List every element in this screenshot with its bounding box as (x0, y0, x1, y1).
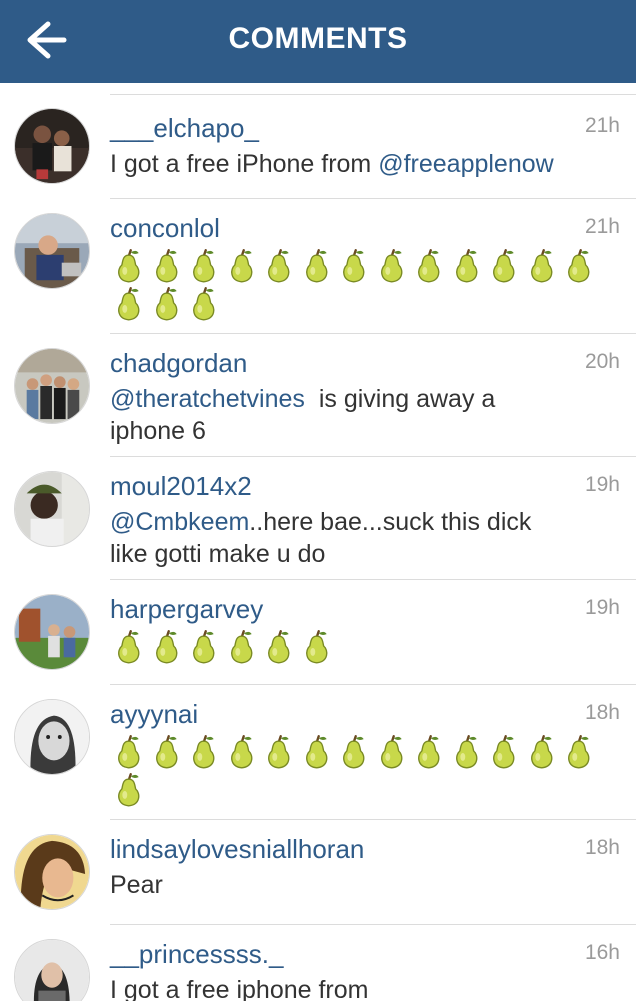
avatar[interactable] (14, 699, 90, 775)
comment-time: 20h (584, 350, 620, 373)
comment-text-part: iphone 6 (110, 417, 206, 445)
pear-emoji-icon (193, 287, 215, 321)
comment-username[interactable]: lindsaylovesniallhoran (110, 834, 364, 864)
pear-emoji-row (110, 247, 620, 285)
comment-text-part: I got a free iPhone from (110, 150, 379, 178)
comment-text: I got a free iphone from (110, 976, 369, 1001)
comment-username[interactable]: ayyynai (110, 699, 198, 729)
divider (110, 198, 636, 199)
divider (110, 924, 636, 925)
pear-emoji-icon (568, 249, 590, 283)
pear-emoji-icon (530, 249, 552, 283)
comments-list[interactable]: ___elchapo_ 21h I got a free iPhone from… (0, 83, 636, 1001)
divider (110, 684, 636, 685)
pear-emoji-icon (455, 735, 477, 769)
comment-time: 16h (584, 941, 620, 964)
top-bar: COMMENTS (0, 0, 636, 83)
pear-emoji-group (110, 733, 620, 809)
comment-username[interactable]: conconlol (110, 213, 220, 243)
pear-emoji-row (110, 628, 620, 666)
comment-username[interactable]: chadgordan (110, 348, 247, 378)
comment-text: I got a free iPhone from @freeapplenow (110, 148, 620, 180)
pear-emoji-icon (268, 735, 290, 769)
pear-emoji-icon (455, 249, 477, 283)
avatar[interactable] (14, 471, 90, 547)
pear-emoji-icon (118, 630, 140, 664)
pear-emoji-icon (118, 773, 140, 807)
pear-emoji-icon (493, 249, 515, 283)
comment-username[interactable]: __princessss._ (110, 939, 283, 969)
comment-username[interactable]: ___elchapo_ (110, 113, 259, 143)
pear-emoji-icon (193, 249, 215, 283)
pear-emoji-icon (568, 735, 590, 769)
pear-emoji-group (110, 628, 620, 666)
divider (110, 579, 636, 580)
avatar[interactable] (14, 939, 90, 1001)
pear-emoji-icon (118, 735, 140, 769)
divider (110, 94, 636, 95)
pear-emoji-icon (230, 735, 252, 769)
comment-text: @theratchetvines is giving away a iphone… (110, 383, 620, 447)
comment-username[interactable]: moul2014x2 (110, 471, 252, 501)
divider (110, 819, 636, 820)
pear-emoji-row (110, 771, 620, 809)
pear-emoji-icon (118, 249, 140, 283)
avatar[interactable] (14, 348, 90, 424)
pear-emoji-icon (493, 735, 515, 769)
pear-emoji-row (110, 285, 620, 323)
pear-emoji-icon (380, 735, 402, 769)
divider (110, 456, 636, 457)
pear-emoji-icon (155, 630, 177, 664)
comment-time: 19h (584, 473, 620, 496)
pear-emoji-row (110, 733, 620, 771)
comment-text: @Cmbkeem..here bae...suck this dick like… (110, 506, 620, 570)
pear-emoji-group (110, 247, 620, 323)
avatar[interactable] (14, 594, 90, 670)
pear-emoji-icon (155, 735, 177, 769)
avatar[interactable] (14, 108, 90, 184)
pear-emoji-icon (193, 630, 215, 664)
comment-text-part: ..here bae...suck this dick (249, 508, 532, 536)
comment-text-part: like gotti make u do (110, 540, 326, 568)
comment-time: 18h (584, 701, 620, 724)
pear-emoji-icon (268, 630, 290, 664)
comment-time: 18h (584, 836, 620, 859)
pear-emoji-icon (380, 249, 402, 283)
avatar[interactable] (14, 834, 90, 910)
pear-emoji-icon (305, 735, 327, 769)
mention-link[interactable]: @Cmbkeem (110, 508, 249, 536)
avatar[interactable] (14, 213, 90, 289)
pear-emoji-icon (193, 735, 215, 769)
pear-emoji-icon (118, 287, 140, 321)
pear-emoji-icon (343, 249, 365, 283)
pear-emoji-icon (418, 249, 440, 283)
pear-emoji-icon (155, 249, 177, 283)
comment-time: 21h (584, 114, 620, 137)
comment-time: 19h (584, 596, 620, 619)
pear-emoji-icon (230, 249, 252, 283)
pear-emoji-icon (305, 249, 327, 283)
pear-emoji-icon (343, 735, 365, 769)
comment-text: Pear (110, 871, 163, 899)
pear-emoji-icon (230, 630, 252, 664)
pear-emoji-icon (155, 287, 177, 321)
comment-username[interactable]: harpergarvey (110, 594, 263, 624)
pear-emoji-icon (418, 735, 440, 769)
page-title: COMMENTS (228, 22, 408, 55)
pear-emoji-icon (305, 630, 327, 664)
divider (110, 333, 636, 334)
comment-time: 21h (584, 215, 620, 238)
mention-link[interactable]: @freeapplenow (378, 150, 554, 178)
mention-link[interactable]: @theratchetvines (110, 385, 305, 413)
pear-emoji-icon (268, 249, 290, 283)
pear-emoji-icon (530, 735, 552, 769)
comment-text-part: is giving away a (304, 385, 496, 413)
